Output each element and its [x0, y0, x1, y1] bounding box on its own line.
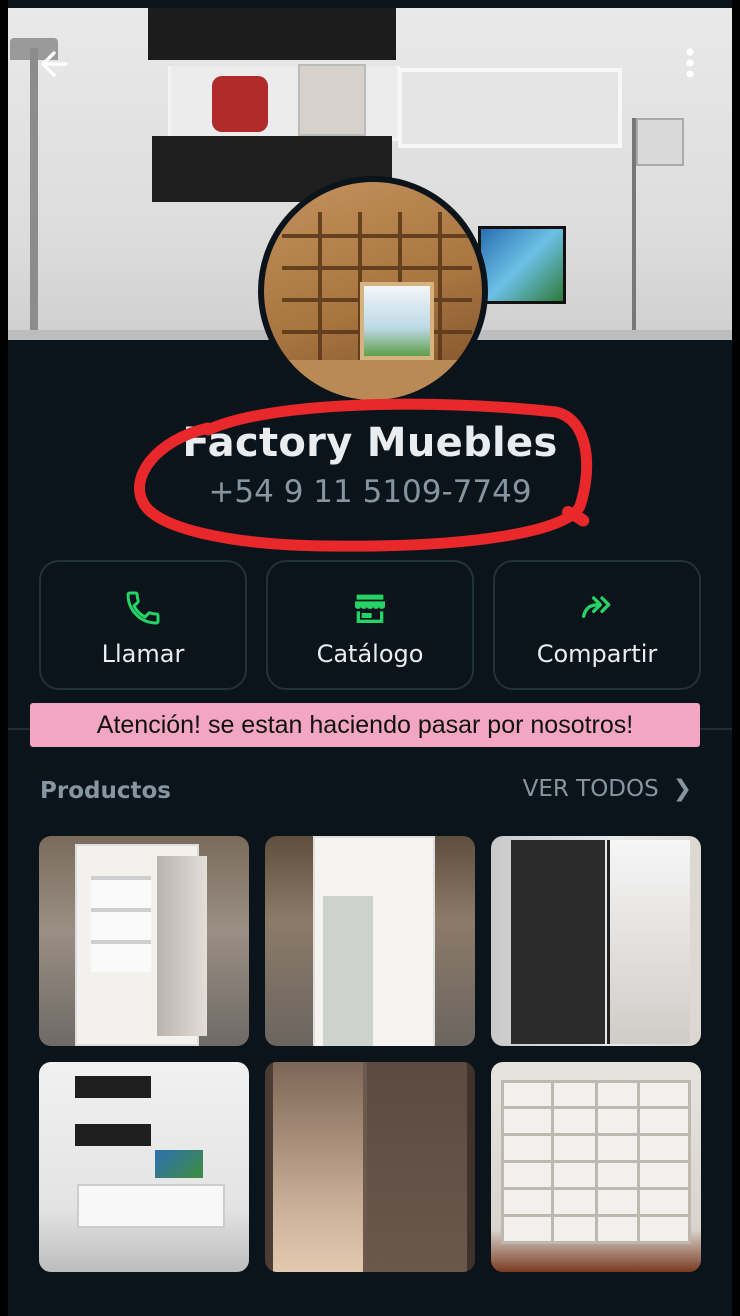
product-tile[interactable] [265, 836, 475, 1046]
products-section-title: Productos [40, 778, 171, 804]
warning-banner: Atención! se estan haciendo pasar por no… [30, 703, 700, 747]
call-button[interactable]: Llamar [39, 560, 247, 690]
share-forward-icon [495, 588, 699, 628]
profile-header: Factory Muebles +54 9 11 5109-7749 [8, 420, 732, 510]
storefront-icon [268, 588, 472, 628]
phone-number: +54 9 11 5109-7749 [208, 474, 532, 510]
action-buttons: Llamar Catálogo Compartir [39, 560, 701, 692]
business-name: Factory Muebles [182, 420, 558, 466]
call-label: Llamar [101, 640, 185, 668]
product-tile[interactable] [39, 836, 249, 1046]
share-button[interactable]: Compartir [493, 560, 701, 690]
business-profile-screen: Factory Muebles +54 9 11 5109-7749 Llama… [8, 0, 732, 1316]
product-tile[interactable] [39, 1062, 249, 1272]
profile-avatar[interactable] [258, 176, 488, 406]
see-all-link[interactable]: VER TODOS ❯ [523, 776, 692, 802]
product-tile[interactable] [491, 836, 701, 1046]
share-label: Compartir [536, 640, 658, 668]
product-tile[interactable] [491, 1062, 701, 1272]
catalog-button[interactable]: Catálogo [266, 560, 474, 690]
see-all-label: VER TODOS [522, 776, 659, 802]
phone-icon [41, 588, 245, 628]
chevron-right-icon: ❯ [672, 776, 692, 802]
catalog-label: Catálogo [316, 640, 424, 668]
more-options-icon[interactable] [676, 44, 704, 84]
product-tile[interactable] [265, 1062, 475, 1272]
back-arrow-icon[interactable] [36, 44, 76, 84]
